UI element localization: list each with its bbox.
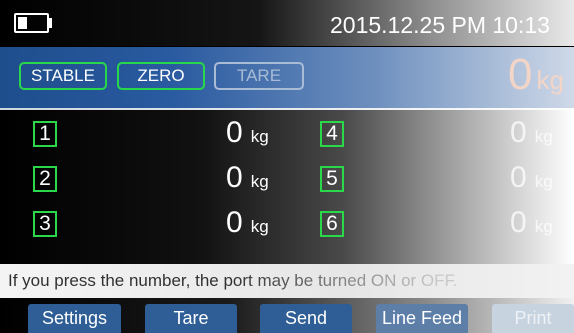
port-5-weight: 0 kg: [510, 161, 553, 195]
port-2-value: 0: [226, 161, 243, 194]
tare-indicator[interactable]: TARE: [214, 62, 304, 90]
line-feed-button[interactable]: Line Feed: [376, 304, 468, 333]
port-6-weight: 0 kg: [510, 206, 553, 240]
tare-button[interactable]: Tare: [145, 304, 237, 333]
datetime-display: 2015.12.25 PM 10:13: [330, 12, 550, 38]
port-3-unit: kg: [250, 217, 269, 236]
port-6-value: 0: [510, 206, 527, 239]
port-4-unit: kg: [534, 127, 553, 146]
function-key-bar: Settings Tare Send Line Feed Print: [0, 298, 574, 333]
top-bar: 2015.12.25 PM 10:13: [0, 0, 574, 46]
ports-panel: 1 0 kg 2 0 kg 3 0 kg 4 0 kg 5 0 kg 6 0 kg: [0, 110, 574, 264]
port-6-unit: kg: [534, 217, 553, 236]
port-2-button[interactable]: 2: [33, 166, 57, 192]
send-button[interactable]: Send: [260, 304, 352, 333]
port-5-button[interactable]: 5: [320, 166, 344, 192]
port-2-weight: 0 kg: [226, 161, 269, 195]
port-1-value: 0: [226, 116, 243, 149]
total-weight-value: 0: [508, 50, 533, 99]
hint-bar: If you press the number, the port may be…: [0, 264, 574, 298]
port-4-button[interactable]: 4: [320, 121, 344, 147]
port-4-weight: 0 kg: [510, 116, 553, 150]
zero-button[interactable]: ZERO: [117, 62, 205, 90]
port-4-value: 0: [510, 116, 527, 149]
port-1-button[interactable]: 1: [33, 121, 57, 147]
port-1-unit: kg: [250, 127, 269, 146]
port-2-unit: kg: [250, 172, 269, 191]
port-1-weight: 0 kg: [226, 116, 269, 150]
port-3-value: 0: [226, 206, 243, 239]
settings-button[interactable]: Settings: [28, 304, 121, 333]
stable-indicator[interactable]: STABLE: [19, 62, 107, 90]
print-button[interactable]: Print: [492, 304, 574, 333]
battery-icon: [14, 13, 52, 33]
port-3-button[interactable]: 3: [33, 211, 57, 237]
port-5-value: 0: [510, 161, 527, 194]
scale-screen: 2015.12.25 PM 10:13 STABLE ZERO TARE 0 kg…: [0, 0, 574, 333]
total-weight-unit: kg: [536, 65, 564, 95]
port-6-button[interactable]: 6: [320, 211, 344, 237]
status-bar: STABLE ZERO TARE 0 kg: [0, 47, 574, 108]
total-weight: 0 kg: [508, 50, 564, 100]
port-3-weight: 0 kg: [226, 206, 269, 240]
port-5-unit: kg: [534, 172, 553, 191]
hint-text: If you press the number, the port may be…: [8, 271, 458, 290]
